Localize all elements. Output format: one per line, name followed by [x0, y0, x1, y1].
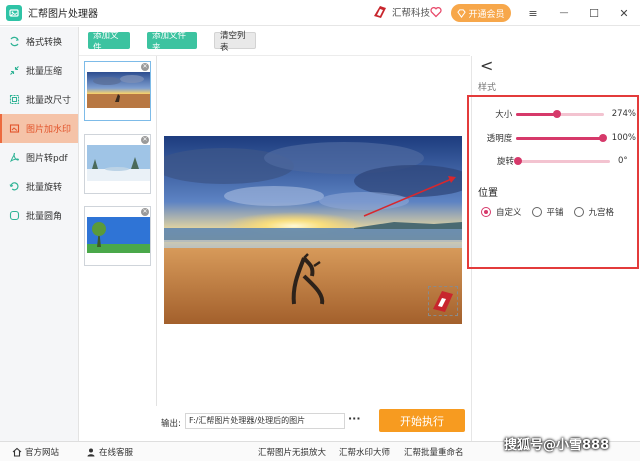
radio-dot	[481, 207, 491, 217]
size-slider-knob[interactable]	[553, 109, 562, 118]
customer-service-icon	[87, 448, 95, 457]
preview-image	[164, 136, 462, 324]
position-custom-radio[interactable]: 自定义	[481, 206, 522, 218]
sidebar-item-watermark[interactable]: 图片加水印	[0, 114, 78, 143]
sidebar-item-label: 图片加水印	[26, 125, 72, 135]
position-grid-radio[interactable]: 九宫格	[573, 206, 615, 218]
remove-thumbnail-icon[interactable]: ✕	[141, 63, 149, 71]
position-options: 自定义 平铺 九宫格	[481, 206, 624, 218]
brand-logo-icon	[374, 6, 386, 18]
rotation-value: 0°	[618, 156, 628, 166]
rotation-slider-row: 旋转 0°	[480, 154, 636, 168]
radio-dot	[573, 207, 584, 217]
sidebar-item-resize[interactable]: 批量改尺寸	[0, 85, 78, 114]
resize-icon	[9, 94, 20, 105]
home-icon	[12, 447, 22, 457]
size-value: 274%	[611, 109, 636, 119]
start-button[interactable]: 开始执行	[379, 409, 465, 432]
sidebar-item-format-convert[interactable]: 格式转换	[0, 27, 78, 56]
position-tile-radio[interactable]: 平铺	[531, 206, 564, 218]
open-vip-label: 开通会员	[468, 9, 505, 20]
sidebar-item-label: 批量旋转	[26, 183, 63, 193]
thumbnail-image	[87, 217, 150, 253]
rotation-slider[interactable]	[514, 156, 610, 165]
opacity-slider-row: 透明度 100%	[480, 131, 636, 145]
sidebar-item-pdf[interactable]: 图片转pdf	[0, 143, 78, 172]
annotation-highlight-box	[467, 95, 639, 269]
style-section-title: 样式	[478, 83, 497, 93]
clear-list-button[interactable]: 清空列表	[214, 31, 256, 53]
sidebar-item-label: 批量压缩	[26, 67, 63, 77]
close-icon[interactable]: ✕	[617, 6, 631, 20]
sidebar-item-label: 图片转pdf	[26, 154, 68, 164]
watermark-handle[interactable]	[428, 286, 458, 316]
title-bar: 汇帮图片处理器 汇帮科技 开通会员 ≡ — ☐ ✕	[0, 0, 640, 26]
size-slider-fill	[516, 112, 558, 116]
online-service-link[interactable]: 在线客服	[86, 446, 133, 458]
output-label: 输出:	[161, 419, 181, 429]
remove-thumbnail-icon[interactable]: ✕	[141, 136, 149, 144]
rotation-slider-knob[interactable]	[514, 156, 522, 165]
watermark-logo-icon	[433, 291, 453, 312]
app-logo-icon	[6, 4, 22, 21]
app-title: 汇帮图片处理器	[28, 9, 98, 20]
official-website-label: 官方网站	[25, 448, 60, 458]
sidebar-item-compress[interactable]: 批量压缩	[0, 56, 78, 85]
pdf-icon	[9, 152, 20, 163]
add-file-button[interactable]: 添加文件	[88, 31, 130, 53]
size-label: 大小	[495, 110, 513, 120]
sidebar: 格式转换 批量压缩 批量改尺寸 图片加水印 图片转pdf 批量旋转 批量圆角	[0, 27, 79, 441]
browse-more-button[interactable]: ···	[348, 412, 361, 425]
rotation-label: 旋转	[496, 157, 514, 167]
radio-label: 自定义	[496, 208, 522, 218]
online-service-label: 在线客服	[99, 448, 134, 458]
round-corner-icon	[9, 210, 20, 221]
menu-icon[interactable]: ≡	[526, 6, 540, 20]
batch-rename-link[interactable]: 汇帮批量重命名	[404, 446, 464, 458]
opacity-slider-knob[interactable]	[599, 133, 608, 142]
back-arrow-icon[interactable]: <	[480, 56, 493, 75]
watermark-icon	[9, 123, 20, 134]
output-row: 输出: F:/汇帮图片处理器/处理后的图片 ··· 开始执行	[158, 406, 470, 436]
size-slider-row: 大小 274%	[480, 107, 636, 121]
rotate-icon	[9, 181, 20, 192]
sidebar-item-rotate[interactable]: 批量旋转	[0, 172, 78, 201]
brand: 汇帮科技	[372, 4, 430, 20]
preview-area	[158, 56, 470, 406]
thumbnail-image	[87, 72, 150, 108]
source-watermark-text: 搜狐号@小雪888	[504, 438, 610, 453]
diamond-icon	[457, 8, 467, 18]
size-slider[interactable]	[516, 109, 604, 118]
sidebar-item-label: 批量改尺寸	[26, 96, 72, 106]
sidebar-item-label: 格式转换	[26, 38, 63, 48]
radio-label: 九宫格	[588, 208, 615, 218]
sidebar-item-label: 批量圆角	[26, 212, 63, 222]
opacity-value: 100%	[611, 133, 636, 143]
brand-name: 汇帮科技	[392, 8, 431, 19]
open-vip-button[interactable]: 开通会员	[451, 4, 511, 22]
minimize-icon[interactable]: —	[557, 6, 571, 20]
format-convert-icon	[9, 36, 20, 47]
lossless-upscale-link[interactable]: 汇帮图片无损放大	[258, 446, 326, 458]
radio-dot	[531, 207, 542, 217]
opacity-slider[interactable]	[516, 133, 608, 142]
thumbnail-list: ✕ ✕ ✕	[79, 56, 157, 406]
opacity-slider-fill	[516, 136, 604, 140]
thumbnail-item[interactable]: ✕	[84, 61, 151, 121]
remove-thumbnail-icon[interactable]: ✕	[141, 208, 149, 216]
sidebar-item-round-corner[interactable]: 批量圆角	[0, 201, 78, 230]
thumbnail-image	[87, 145, 150, 181]
add-folder-button[interactable]: 添加文件夹	[147, 31, 197, 53]
maximize-icon[interactable]: ☐	[587, 6, 601, 20]
opacity-label: 透明度	[486, 134, 513, 144]
thumbnail-item[interactable]: ✕	[84, 206, 151, 266]
radio-label: 平铺	[546, 208, 564, 218]
thumbnail-item[interactable]: ✕	[84, 134, 151, 194]
heart-icon[interactable]	[430, 6, 442, 18]
watermark-master-link[interactable]: 汇帮水印大师	[339, 446, 390, 458]
compress-icon	[9, 65, 20, 76]
output-path-field[interactable]: F:/汇帮图片处理器/处理后的图片	[185, 413, 345, 429]
position-title: 位置	[478, 188, 498, 199]
official-website-link[interactable]: 官方网站	[12, 446, 59, 458]
